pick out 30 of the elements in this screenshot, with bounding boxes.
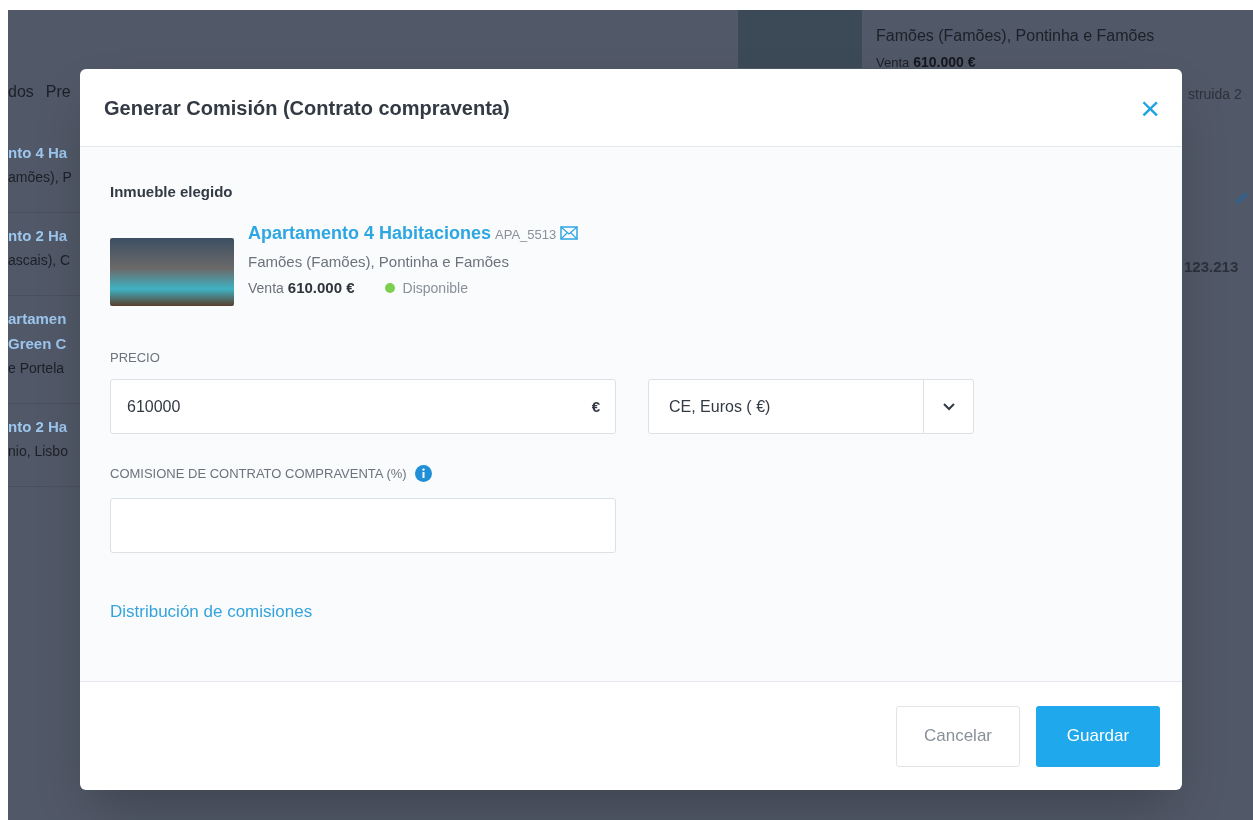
sale-label: Venta <box>248 278 284 298</box>
info-icon[interactable] <box>414 465 432 483</box>
chevron-down-icon[interactable] <box>942 402 955 411</box>
envelope-icon[interactable] <box>560 226 579 240</box>
property-title-link[interactable]: Apartamento 4 Habitaciones <box>248 219 492 247</box>
tab[interactable]: Pre <box>45 80 71 104</box>
currency-symbol: € <box>591 397 600 417</box>
status-label: Disponible <box>402 278 468 298</box>
dropdown-value: CE, Euros ( €) <box>668 396 772 417</box>
field-label: COMISIONE DE CONTRATO COMPRAVENTA (%) <box>110 465 407 483</box>
save-button[interactable]: Guardar <box>1036 705 1160 767</box>
modal-title: Generar Comisión (Contrato compraventa) <box>104 95 510 121</box>
listing-location: amões), P <box>8 168 73 187</box>
property-reference: APA_5513 <box>495 225 557 244</box>
section-title: Inmueble elegido <box>110 182 234 202</box>
tab[interactable]: dos <box>8 80 34 104</box>
distribution-link[interactable]: Distribución de comisiones <box>110 598 313 624</box>
listing-location: nio, Lisbo <box>8 442 69 461</box>
field-label: PRECIO <box>110 348 161 367</box>
listing-location: ascais), C <box>8 251 72 270</box>
currency-dropdown[interactable]: CE, Euros ( €) <box>648 379 974 434</box>
sale-label: Venta <box>876 54 910 72</box>
close-button[interactable]: × <box>1140 90 1160 125</box>
listing-location: Famões (Famões), Pontinha e Famões <box>876 26 1155 46</box>
property-price: 610.000 € <box>287 278 355 298</box>
commission-field[interactable] <box>110 497 616 553</box>
sale-price: 610.000 € <box>913 53 976 72</box>
cancel-button[interactable]: Cancelar <box>896 705 1020 767</box>
property-location: Famões (Famões), Pontinha e Famões <box>248 251 510 272</box>
listing-location: e Portela <box>8 359 66 378</box>
